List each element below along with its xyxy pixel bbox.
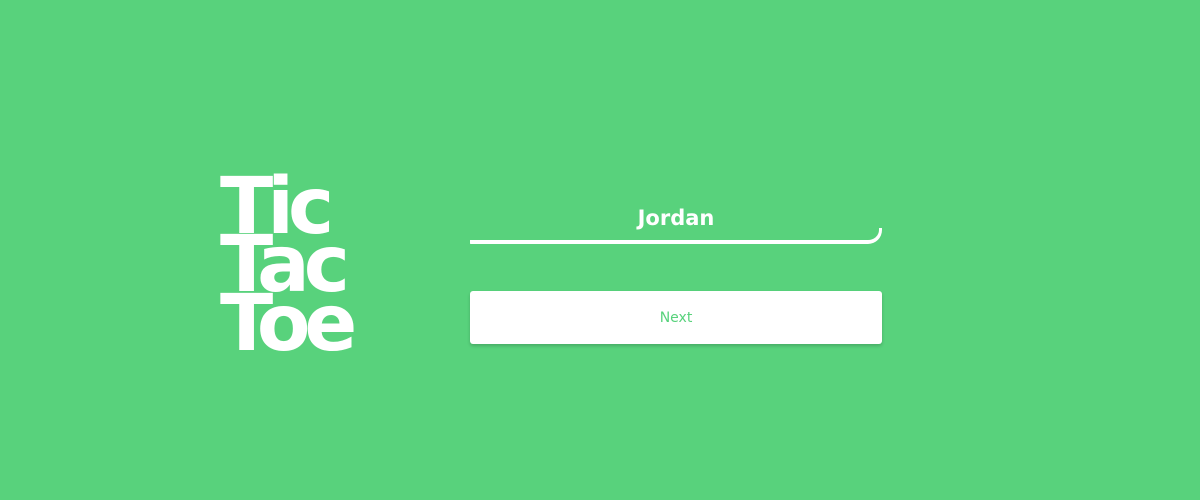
player-name-input[interactable]	[470, 196, 882, 240]
start-screen: Tic Tac Toe Next	[0, 0, 1200, 500]
logo-word-toe: Toe	[220, 279, 357, 369]
next-button[interactable]: Next	[470, 291, 882, 344]
tic-tac-toe-logo: Tic Tac Toe	[220, 168, 390, 369]
name-input-underline	[470, 240, 870, 244]
player-name-field	[470, 196, 882, 248]
name-input-underline-curl	[866, 228, 882, 244]
